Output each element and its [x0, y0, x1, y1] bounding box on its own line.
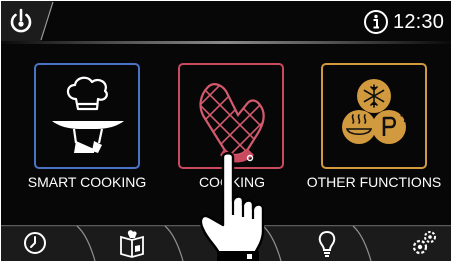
timer-icon	[24, 232, 46, 254]
settings-gears-icon	[412, 231, 436, 255]
recipe-book-icon	[120, 230, 144, 258]
oven-touch-screen: 12:30 SMART COOKING OTHER FUNCTIONS	[1, 1, 451, 261]
pointing-hand-icon	[199, 152, 265, 261]
chef-hat-cloche-icon	[52, 76, 124, 153]
smart-cooking-label: SMART COOKING	[27, 174, 147, 190]
power-button[interactable]	[5, 7, 37, 37]
settings-button[interactable]	[407, 227, 441, 259]
smart-cooking-button[interactable]	[34, 63, 140, 169]
other-functions-button[interactable]	[321, 63, 427, 169]
timer-button[interactable]	[18, 227, 52, 259]
clock-time: 12:30	[393, 11, 445, 33]
light-button[interactable]	[310, 227, 344, 259]
info-icon	[364, 10, 388, 34]
status-bar-divider	[1, 41, 451, 44]
defrost-and-pizza-icon	[342, 79, 407, 144]
status-bar: 12:30	[1, 1, 451, 41]
power-icon	[10, 8, 32, 33]
recipe-book-button[interactable]	[115, 227, 149, 259]
info-button[interactable]	[362, 8, 390, 36]
light-bulb-icon	[318, 230, 336, 257]
other-functions-label: OTHER FUNCTIONS	[306, 174, 442, 190]
